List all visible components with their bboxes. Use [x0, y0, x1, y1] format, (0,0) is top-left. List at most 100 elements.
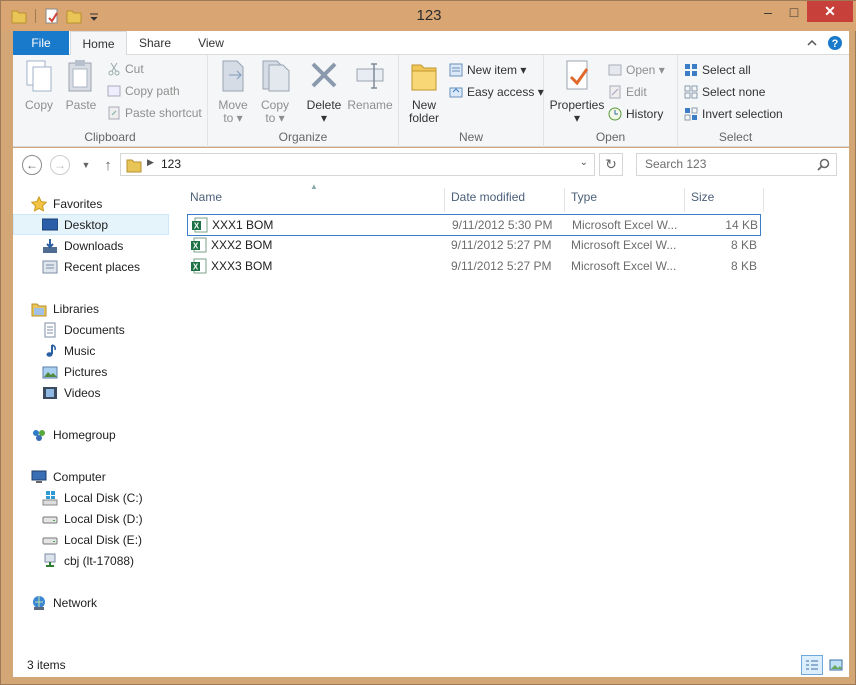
libraries-icon — [31, 303, 47, 316]
search-input[interactable]: Search 123 — [636, 153, 837, 176]
nav-videos[interactable]: Videos — [42, 382, 100, 403]
copy-icon — [26, 60, 52, 92]
address-bar[interactable]: ▶ 123 ⌄ — [120, 153, 595, 176]
computer-icon — [31, 470, 47, 483]
nav-local-disk-d[interactable]: Local Disk (D:) — [42, 508, 143, 529]
copy-path-button[interactable]: Copy path — [107, 82, 180, 100]
expand-ribbon-icon[interactable] — [805, 36, 819, 50]
details-view-button[interactable] — [801, 655, 823, 675]
select-none-button[interactable]: Select none — [684, 83, 765, 101]
delete-button[interactable]: Delete ▾ — [304, 59, 344, 125]
move-to-label-2: to — [223, 111, 234, 125]
tab-home[interactable]: Home — [70, 31, 127, 56]
nav-documents-label: Documents — [64, 322, 125, 337]
column-header-type[interactable]: Type — [565, 188, 685, 212]
history-label: History — [626, 107, 664, 121]
nav-local-disk-c[interactable]: Local Disk (C:) — [42, 487, 143, 508]
new-folder-icon — [411, 64, 437, 91]
invert-selection-button[interactable]: Invert selection — [684, 105, 783, 123]
close-button[interactable]: ✕ — [807, 1, 853, 22]
tab-view[interactable]: View — [185, 31, 237, 56]
recent-locations-button[interactable]: ▼ — [75, 154, 97, 176]
file-date: 9/11/2012 5:27 PM — [451, 259, 552, 273]
svg-text:X: X — [193, 263, 199, 272]
nav-documents[interactable]: Documents — [42, 319, 125, 340]
nav-network[interactable]: Network — [31, 592, 97, 613]
nav-pictures[interactable]: Pictures — [42, 361, 107, 382]
move-to-button[interactable]: Move to ▾ — [214, 59, 252, 125]
copy-to-button[interactable]: Copy to ▾ — [256, 59, 294, 125]
cut-button[interactable]: Cut — [107, 60, 144, 78]
file-date: 9/11/2012 5:27 PM — [451, 238, 552, 252]
open-button[interactable]: Open ▾ — [608, 61, 665, 79]
file-row[interactable]: X XXX2 BOM 9/11/2012 5:27 PM Microsoft E… — [187, 235, 761, 257]
up-button[interactable]: ↑ — [97, 154, 119, 176]
item-count: 3 items — [27, 658, 66, 672]
move-to-icon — [222, 60, 244, 92]
easy-access-icon — [449, 87, 463, 98]
nav-network-drive-cbj[interactable]: cbj (lt-17088) — [42, 550, 134, 571]
open-icon — [608, 64, 622, 76]
downloads-icon — [43, 238, 57, 253]
rename-icon — [356, 63, 384, 89]
nav-favorites[interactable]: Favorites — [31, 193, 102, 214]
nav-homegroup[interactable]: Homegroup — [31, 424, 116, 445]
forward-button[interactable]: → — [49, 154, 71, 176]
documents-icon — [44, 322, 56, 337]
file-size: 8 KB — [730, 238, 757, 252]
details-view-icon — [806, 660, 818, 670]
paste-icon — [68, 60, 92, 92]
file-row[interactable]: X XXX3 BOM 9/11/2012 5:27 PM Microsoft E… — [187, 256, 761, 278]
nav-libraries[interactable]: Libraries — [31, 298, 99, 319]
copy-button[interactable]: Copy — [19, 59, 59, 112]
select-all-label: Select all — [702, 63, 751, 77]
large-icons-view-button[interactable] — [825, 655, 847, 675]
ribbon: Copy Paste Cut Copy path Paste shortcut … — [13, 55, 849, 147]
column-header-name[interactable]: Name — [183, 188, 445, 212]
nav-libraries-label: Libraries — [53, 301, 100, 316]
file-size: 8 KB — [730, 259, 757, 273]
clipboard-group-label: Clipboard — [84, 130, 136, 144]
tab-share[interactable]: Share — [129, 31, 181, 56]
easy-access-button[interactable]: Easy access ▾ — [449, 83, 544, 101]
nav-local-disk-e[interactable]: Local Disk (E:) — [42, 529, 142, 550]
column-header-date-modified[interactable]: Date modified — [445, 188, 565, 212]
maximize-button[interactable]: □ — [781, 1, 807, 22]
history-button[interactable]: History — [608, 105, 663, 123]
address-dropdown-icon[interactable]: ⌄ — [580, 157, 588, 168]
nav-recent-places[interactable]: Recent places — [42, 256, 140, 277]
paste-label: Paste — [65, 98, 97, 112]
nav-music[interactable]: Music — [42, 340, 95, 361]
select-group: Select all Select none Invert selection … — [678, 55, 793, 147]
star-icon — [31, 195, 47, 212]
select-all-button[interactable]: Select all — [684, 61, 751, 79]
open-group-label: Open — [595, 130, 626, 144]
svg-text:X: X — [193, 242, 199, 251]
ribbon-tabs: File Home Share View ? — [13, 31, 849, 56]
minimize-button[interactable]: – — [755, 1, 781, 22]
file-row[interactable]: X XXX1 BOM 9/11/2012 5:30 PM Microsoft E… — [187, 214, 761, 236]
new-folder-button[interactable]: New folder — [403, 59, 445, 125]
paste-shortcut-button[interactable]: Paste shortcut — [107, 104, 202, 122]
back-button[interactable]: ← — [21, 154, 43, 176]
nav-local-disk-d-label: Local Disk (D:) — [64, 511, 143, 526]
tab-file[interactable]: File — [13, 31, 69, 55]
edit-button[interactable]: Edit — [608, 83, 647, 101]
excel-file-icon: X — [192, 217, 208, 233]
paste-button[interactable]: Paste — [61, 59, 101, 112]
nav-computer[interactable]: Computer — [31, 466, 106, 487]
nav-downloads[interactable]: Downloads — [42, 235, 123, 256]
nav-desktop[interactable]: Desktop — [13, 214, 169, 235]
invert-selection-label: Invert selection — [702, 107, 783, 121]
breadcrumb-current[interactable]: 123 — [161, 157, 181, 171]
properties-button[interactable]: Properties ▾ — [548, 59, 606, 125]
svg-text:?: ? — [832, 38, 839, 50]
column-header-size[interactable]: Size — [685, 188, 764, 212]
refresh-button[interactable]: ↻ — [599, 153, 623, 176]
nav-pictures-label: Pictures — [64, 364, 108, 379]
help-icon[interactable]: ? — [827, 35, 843, 51]
new-item-button[interactable]: New item ▾ — [449, 61, 526, 79]
status-bar: 3 items — [13, 652, 849, 677]
drive-icon — [42, 537, 58, 544]
rename-button[interactable]: Rename — [346, 59, 394, 112]
